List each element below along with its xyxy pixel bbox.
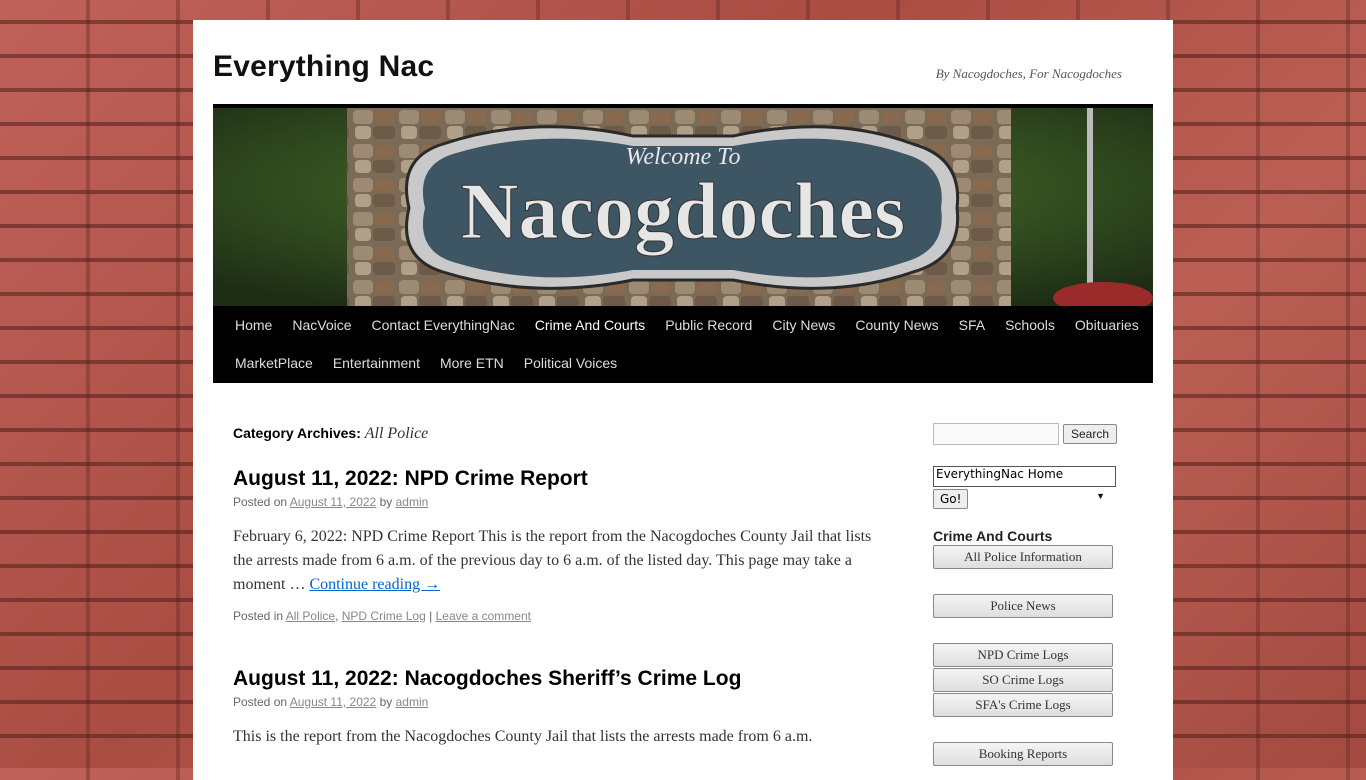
header-image[interactable]: Welcome To Nacogdoches <box>213 104 1153 310</box>
post-title-link[interactable]: August 11, 2022: NPD Crime Report <box>233 465 883 493</box>
chevron-down-icon: ▼ <box>1096 491 1105 501</box>
page-container: Everything Nac By Nacogdoches, For Nacog… <box>193 20 1173 780</box>
police-news-button[interactable]: Police News <box>933 594 1113 618</box>
post-summary: February 6, 2022: NPD Crime Report This … <box>233 525 883 597</box>
posted-on-label: Posted on <box>233 495 288 509</box>
search-input[interactable] <box>933 423 1059 445</box>
sidebar: Search EverythingNac Home ▼ Go! Crime An… <box>933 423 1133 766</box>
all-police-information-button[interactable]: All Police Information <box>933 545 1113 569</box>
main-navigation: Home NacVoice Contact EverythingNac Crim… <box>213 306 1153 383</box>
nav-item-schools[interactable]: Schools <box>995 306 1065 344</box>
search-form: Search <box>933 423 1133 445</box>
post-meta: Posted on August 11, 2022 by admin <box>233 495 883 509</box>
nav-item-political-voices[interactable]: Political Voices <box>514 344 627 382</box>
post-title-link[interactable]: August 11, 2022: Nacogdoches Sheriff’s C… <box>233 665 883 693</box>
post-date-link[interactable]: August 11, 2022 <box>290 495 377 509</box>
main-content: Category Archives: All Police August 11,… <box>233 420 883 749</box>
header-image-line2: Nacogdoches <box>461 168 905 256</box>
leave-comment-link[interactable]: Leave a comment <box>436 609 531 623</box>
nav-item-home[interactable]: Home <box>225 306 282 344</box>
site-description: By Nacogdoches, For Nacogdoches <box>935 66 1122 81</box>
author-link[interactable]: admin <box>396 695 429 709</box>
nav-item-entertainment[interactable]: Entertainment <box>323 344 430 382</box>
by-label: by <box>379 495 393 509</box>
posted-on-label: Posted on <box>233 695 288 709</box>
separator: | <box>429 609 433 623</box>
posted-in-label: Posted in <box>233 609 284 623</box>
nav-item-city-news[interactable]: City News <box>762 306 845 344</box>
author-link[interactable]: admin <box>396 495 429 509</box>
nav-item-sfa[interactable]: SFA <box>949 306 995 344</box>
sfa-crime-logs-button[interactable]: SFA's Crime Logs <box>933 693 1113 717</box>
nav-item-marketplace[interactable]: MarketPlace <box>225 344 323 382</box>
nav-item-public-record[interactable]: Public Record <box>655 306 762 344</box>
post-date-link[interactable]: August 11, 2022 <box>290 695 377 709</box>
nav-item-contact[interactable]: Contact EverythingNac <box>362 306 525 344</box>
post-utility: Posted in All Police, NPD Crime Log | Le… <box>233 609 531 623</box>
booking-reports-button[interactable]: Booking Reports <box>933 742 1113 766</box>
archive-title: Category Archives: All Police <box>233 425 883 443</box>
post-entry: August 11, 2022: Nacogdoches Sheriff’s C… <box>233 665 883 749</box>
nav-item-crime-and-courts[interactable]: Crime And Courts <box>525 306 655 344</box>
so-crime-logs-button[interactable]: SO Crime Logs <box>933 668 1113 692</box>
nav-item-county-news[interactable]: County News <box>845 306 948 344</box>
by-label: by <box>379 695 393 709</box>
site-title[interactable]: Everything Nac <box>213 50 434 84</box>
continue-reading-link[interactable]: Continue reading → <box>309 576 440 593</box>
search-button[interactable]: Search <box>1063 424 1118 444</box>
nav-item-more-etn[interactable]: More ETN <box>430 344 514 382</box>
site-nav-select[interactable]: EverythingNac Home <box>933 466 1116 487</box>
nav-item-nacvoice[interactable]: NacVoice <box>282 306 361 344</box>
widget-title: Crime And Courts <box>933 528 1053 544</box>
archive-category-name: All Police <box>364 425 429 442</box>
header-image-line1: Welcome To <box>626 144 741 170</box>
go-button[interactable]: Go! <box>933 489 969 509</box>
post-summary: This is the report from the Nacogdoches … <box>233 725 883 749</box>
post-meta: Posted on August 11, 2022 by admin <box>233 695 883 709</box>
archive-prefix: Category Archives: <box>233 425 361 441</box>
nav-item-obituaries[interactable]: Obituaries <box>1065 306 1149 344</box>
post-entry: August 11, 2022: NPD Crime Report Posted… <box>233 465 883 623</box>
category-link-npd-crime-log[interactable]: NPD Crime Log <box>342 609 426 623</box>
npd-crime-logs-button[interactable]: NPD Crime Logs <box>933 643 1113 667</box>
category-link-all-police[interactable]: All Police <box>286 609 335 623</box>
site-nav-select-wrap: EverythingNac Home ▼ <box>933 466 1116 501</box>
post-summary-text: This is the report from the Nacogdoches … <box>233 728 813 745</box>
